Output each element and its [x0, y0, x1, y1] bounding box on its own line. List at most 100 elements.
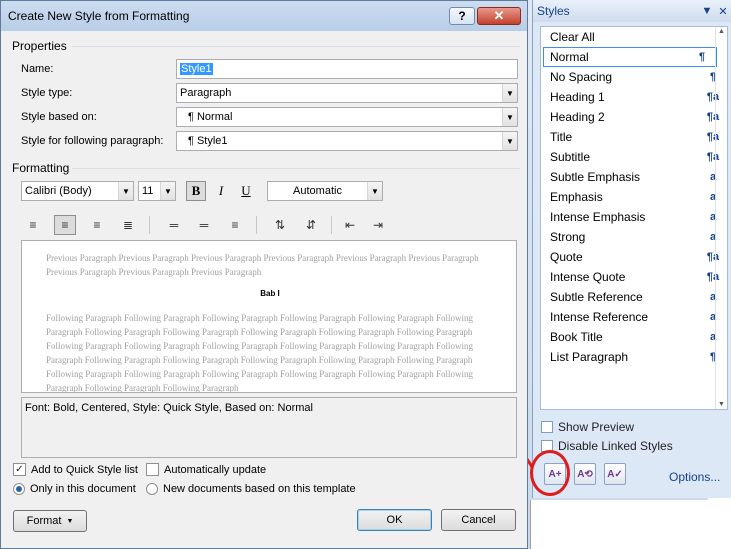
- properties-divider: [72, 46, 520, 47]
- style-item-intense-quote[interactable]: Intense Quote ¶a: [541, 267, 727, 287]
- pane-menu-icon[interactable]: ▼: [699, 5, 715, 17]
- toolbar-separator: [149, 216, 150, 234]
- based-on-label: Style based on:: [21, 111, 97, 123]
- options-link[interactable]: Options...: [669, 470, 720, 484]
- dialog-body: Properties Name: Style1 Style type: Para…: [6, 32, 523, 544]
- scroll-up-icon[interactable]: ▲: [718, 28, 725, 35]
- style-item-book-title[interactable]: Book Title a: [541, 327, 727, 347]
- underline-button[interactable]: U: [236, 181, 256, 201]
- style-item-no-spacing[interactable]: No Spacing ¶: [541, 67, 727, 87]
- style-preview: Previous Paragraph Previous Paragraph Pr…: [21, 240, 517, 393]
- create-style-dialog: Create New Style from Formatting ? ✕ Pro…: [0, 0, 528, 549]
- disable-linked-label: Disable Linked Styles: [558, 439, 673, 453]
- style-item-quote[interactable]: Quote ¶a: [541, 247, 727, 267]
- format-button[interactable]: Format ▼: [13, 510, 87, 532]
- style-item-strong[interactable]: Strong a: [541, 227, 727, 247]
- font-color-value: Automatic: [293, 185, 342, 197]
- increase-indent-icon[interactable]: ⇥: [367, 215, 389, 235]
- justify-icon[interactable]: ≣: [117, 215, 139, 235]
- align-center-icon[interactable]: ≡: [54, 215, 76, 235]
- only-this-doc-label: Only in this document: [30, 483, 136, 495]
- style-item-subtle-emphasis[interactable]: Subtle Emphasis a: [541, 167, 727, 187]
- show-preview-checkbox[interactable]: Show Preview: [541, 420, 634, 434]
- decrease-spacing-icon[interactable]: ⇵: [300, 215, 322, 235]
- font-color-select[interactable]: Automatic ▼: [267, 181, 383, 201]
- style-item-heading-1[interactable]: Heading 1 ¶a: [541, 87, 727, 107]
- chevron-down-icon[interactable]: ▼: [118, 182, 133, 200]
- decrease-indent-icon[interactable]: ⇤: [339, 215, 361, 235]
- check-icon[interactable]: ✓: [13, 463, 26, 476]
- radio-unselected[interactable]: [146, 483, 158, 495]
- increase-spacing-icon[interactable]: ⇅: [269, 215, 291, 235]
- radio-selected[interactable]: [13, 483, 25, 495]
- align-right-icon[interactable]: ≡: [86, 215, 108, 235]
- toolbar-separator: [256, 216, 257, 234]
- auto-update-label: Automatically update: [164, 463, 267, 476]
- style-inspector-icon[interactable]: A⟲: [574, 463, 596, 485]
- auto-update-checkbox[interactable]: Automatically update: [146, 463, 266, 476]
- disable-linked-checkbox[interactable]: Disable Linked Styles: [541, 439, 673, 453]
- style-item-clear-all[interactable]: Clear All: [541, 27, 727, 47]
- formatting-header: Formatting: [12, 161, 70, 175]
- close-button[interactable]: ✕: [477, 7, 521, 25]
- styles-list[interactable]: ▲ ▼ Clear All Normal ¶ No Spacing ¶ Heading 1…: [540, 26, 728, 410]
- font-name-select[interactable]: Calibri (Body) ▼: [21, 181, 134, 201]
- italic-button[interactable]: I: [211, 181, 231, 201]
- chevron-down-icon[interactable]: ▼: [502, 84, 517, 102]
- styles-pane: Styles ▼ ✕ ▲ ▼ Clear All Normal ¶ No Spacin…: [532, 0, 731, 498]
- formatting-divider: [72, 168, 520, 169]
- style-item-label: Heading 1: [550, 90, 605, 104]
- styles-scrollbar[interactable]: ▲ ▼: [715, 27, 727, 409]
- bold-button[interactable]: B: [186, 181, 206, 201]
- style-item-label: Heading 2: [550, 110, 605, 124]
- chevron-down-icon[interactable]: ▼: [502, 132, 517, 150]
- style-item-heading-2[interactable]: Heading 2 ¶a: [541, 107, 727, 127]
- toolbar-separator: [331, 216, 332, 234]
- only-this-doc-radio[interactable]: Only in this document: [13, 483, 136, 495]
- auto-update-box[interactable]: [146, 463, 159, 476]
- style-item-label: Subtle Emphasis: [550, 170, 641, 184]
- style-type-label: Style type:: [21, 87, 73, 99]
- chevron-down-icon[interactable]: ▼: [160, 182, 175, 200]
- style-item-label: Intense Quote: [550, 270, 626, 284]
- style-item-intense-reference[interactable]: Intense Reference a: [541, 307, 727, 327]
- based-on-value: ¶ Normal: [188, 111, 233, 123]
- help-button[interactable]: ?: [449, 7, 475, 25]
- format-button-label: Format: [26, 515, 62, 527]
- style-item-label: Strong: [550, 230, 586, 244]
- ok-button[interactable]: OK: [357, 509, 432, 531]
- single-spacing-icon[interactable]: ═: [163, 215, 185, 235]
- scroll-down-icon[interactable]: ▼: [718, 401, 725, 408]
- new-docs-radio[interactable]: New documents based on this template: [146, 483, 356, 495]
- one-half-spacing-icon[interactable]: ═: [193, 215, 215, 235]
- preview-previous-text: Previous Paragraph Previous Paragraph Pr…: [46, 253, 479, 277]
- name-field[interactable]: Style1: [176, 59, 518, 79]
- based-on-select[interactable]: ¶ Normal ▼: [176, 107, 518, 127]
- style-item-subtitle[interactable]: Subtitle ¶a: [541, 147, 727, 167]
- pane-close-icon[interactable]: ✕: [715, 5, 731, 18]
- dialog-titlebar: Create New Style from Formatting ? ✕: [1, 1, 527, 31]
- double-spacing-icon[interactable]: ≡: [224, 215, 246, 235]
- style-item-title[interactable]: Title ¶a: [541, 127, 727, 147]
- name-label: Name:: [21, 63, 54, 75]
- style-item-normal[interactable]: Normal ¶: [543, 47, 717, 67]
- cancel-button[interactable]: Cancel: [441, 509, 516, 531]
- manage-styles-icon[interactable]: A✓: [604, 463, 626, 485]
- style-item-label: Quote: [550, 250, 583, 264]
- show-preview-box[interactable]: [541, 421, 553, 433]
- font-size-select[interactable]: 11 ▼: [138, 181, 176, 201]
- font-size-value: 11: [142, 185, 154, 197]
- style-item-emphasis[interactable]: Emphasis a: [541, 187, 727, 207]
- add-quick-style-checkbox[interactable]: ✓ Add to Quick Style list: [13, 463, 138, 476]
- style-type-select[interactable]: Paragraph ▼: [176, 83, 518, 103]
- style-item-label: Intense Reference: [550, 310, 649, 324]
- chevron-down-icon[interactable]: ▼: [367, 182, 382, 200]
- chevron-down-icon[interactable]: ▼: [502, 108, 517, 126]
- style-item-intense-emphasis[interactable]: Intense Emphasis a: [541, 207, 727, 227]
- following-select[interactable]: ¶ Style1 ▼: [176, 131, 518, 151]
- align-left-icon[interactable]: ≡: [22, 215, 44, 235]
- style-item-list-paragraph[interactable]: List Paragraph ¶: [541, 347, 727, 367]
- name-value: Style1: [180, 63, 213, 75]
- style-item-subtle-reference[interactable]: Subtle Reference a: [541, 287, 727, 307]
- style-item-label: Book Title: [550, 330, 603, 344]
